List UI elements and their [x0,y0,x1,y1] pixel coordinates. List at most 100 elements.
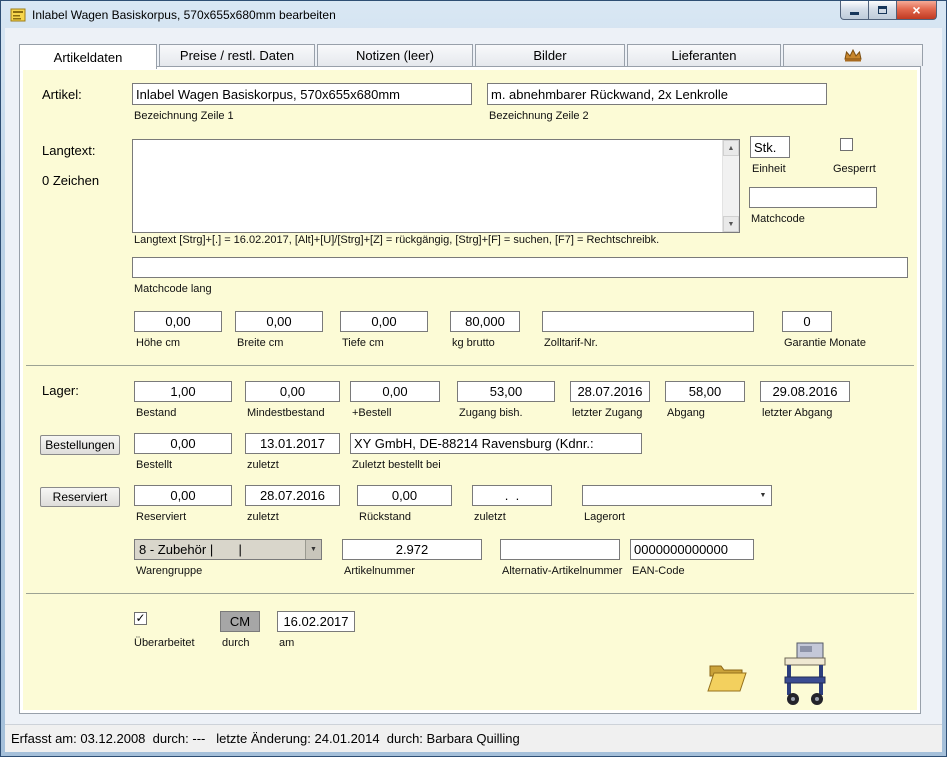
scroll-down-icon[interactable]: ▼ [723,216,739,232]
reserviert-caption: Reserviert [136,511,187,523]
artikel-label: Artikel: [42,87,82,102]
tab-label: Bilder [533,48,567,63]
minimize-button[interactable] [840,1,869,20]
titlebar[interactable]: Inlabel Wagen Basiskorpus, 570x655x680mm… [2,1,945,28]
scroll-up-icon[interactable]: ▲ [723,140,739,156]
am-input[interactable] [277,611,355,632]
einheit-field: Einheit [750,136,790,175]
garantie-input[interactable] [782,311,832,332]
tab-emblem[interactable] [783,44,923,66]
hoehe-field: Höhe cm [134,311,222,349]
bestellt-zuletzt-input[interactable] [245,433,340,454]
ueberarbeitet-checkbox[interactable]: ✓ [134,610,147,625]
gesperrt-checkbox[interactable] [840,138,853,151]
abgang-input[interactable] [665,381,745,402]
tab-lieferanten[interactable]: Lieferanten [627,44,781,66]
einheit-input[interactable] [750,136,790,158]
tab-label: Notizen (leer) [355,48,435,63]
plusbestell-input[interactable] [350,381,440,402]
tiefe-caption: Tiefe cm [342,337,384,349]
bestellt-input[interactable] [134,433,232,454]
langtext-textarea[interactable]: ▲ ▼ [132,139,740,233]
matchcode-field: Matchcode [749,187,877,225]
kg-brutto-field: kg brutto [450,311,520,349]
zugang-caption: Zugang bish. [459,407,523,419]
hoehe-input[interactable] [134,311,222,332]
client-area: Artikeldaten Preise / restl. Daten Notiz… [5,28,942,752]
durch-field: durch [220,611,260,649]
zolltarif-caption: Zolltarif-Nr. [544,337,598,349]
letzter-abgang-input[interactable] [760,381,850,402]
maximize-button[interactable] [869,1,896,20]
bezeichnung-zeile1-input[interactable] [132,83,472,105]
tiefe-input[interactable] [340,311,428,332]
bestand-input[interactable] [134,381,232,402]
zugang-field: Zugang bish. [457,381,555,419]
ean-code-input[interactable] [630,539,754,560]
breite-input[interactable] [235,311,323,332]
letzter-zugang-input[interactable] [570,381,650,402]
reserviert-zuletzt-field: zuletzt [245,485,340,523]
lagerort-field: ▼ Lagerort [582,485,772,523]
bestellt-field: Bestellt [134,433,232,471]
open-folder-button[interactable] [705,657,749,699]
rueckstand-input[interactable] [357,485,452,506]
matchcode-input[interactable] [749,187,877,208]
rueckstand-field: Rückstand [357,485,452,523]
matchcode-lang-field: Matchcode lang [132,257,908,295]
tab-bilder[interactable]: Bilder [475,44,625,66]
matchcode-lang-input[interactable] [132,257,908,278]
artikelnummer-input[interactable] [342,539,482,560]
rueckstand-caption: Rückstand [359,511,411,523]
tab-label: Artikeldaten [53,49,123,65]
zeichen-count-label: 0 Zeichen [42,173,100,188]
reserviert-zuletzt-input[interactable] [245,485,340,506]
warengruppe-value: 8 - Zubehör | | [139,542,242,557]
lager-label: Lager: [42,383,79,398]
ueberarbeitet-caption: Überarbeitet [134,637,195,649]
plusbestell-caption: +Bestell [352,407,392,419]
bestellt-bei-caption: Zuletzt bestellt bei [352,459,441,471]
close-button[interactable]: × [896,1,937,20]
mindestbestand-input[interactable] [245,381,340,402]
am-caption: am [279,637,295,649]
chevron-down-icon[interactable]: ▼ [305,540,321,559]
rueckstand-zuletzt-field: zuletzt [472,485,552,523]
chevron-down-icon[interactable]: ▼ [755,486,771,505]
reserviert-input[interactable] [134,485,232,506]
durch-input[interactable] [220,611,260,632]
bezeichnung-zeile2-input[interactable] [487,83,827,105]
tab-notizen[interactable]: Notizen (leer) [317,44,473,66]
lagerort-value [587,486,753,505]
tab-artikeldaten[interactable]: Artikeldaten [19,44,157,69]
tab-label: Preise / restl. Daten [179,48,295,63]
status-bar: Erfasst am: 03.12.2008 durch: --- letzte… [5,724,942,752]
langtext-scrollbar[interactable]: ▲ ▼ [722,140,739,232]
plusbestell-field: +Bestell [350,381,440,419]
lagerort-combobox[interactable]: ▼ [582,485,772,506]
kg-brutto-input[interactable] [450,311,520,332]
bestellungen-button[interactable]: Bestellungen [40,435,120,455]
reserviert-button[interactable]: Reserviert [40,487,120,507]
matchcode-caption: Matchcode [751,213,805,225]
tab-preise[interactable]: Preise / restl. Daten [159,44,315,66]
maximize-icon [878,6,887,14]
zolltarif-input[interactable] [542,311,754,332]
letzter-zugang-field: letzter Zugang [570,381,650,419]
zugang-input[interactable] [457,381,555,402]
bestellt-bei-field: Zuletzt bestellt bei [350,433,642,471]
check-icon: ✓ [135,610,146,625]
warengruppe-combobox[interactable]: 8 - Zubehör | | ▼ [134,539,322,560]
langtext-hint: Langtext [Strg]+[.] = 16.02.2017, [Alt]+… [134,234,660,246]
gesperrt-caption: Gesperrt [833,163,876,175]
minimize-icon [850,11,859,15]
bestand-field: Bestand [134,381,232,419]
bestellt-bei-input[interactable] [350,433,642,454]
rueckstand-zuletzt-input[interactable] [472,485,552,506]
artikelnummer-caption: Artikelnummer [344,565,415,577]
alternativ-artikelnummer-input[interactable] [500,539,620,560]
zolltarif-field: Zolltarif-Nr. [542,311,754,349]
bestellt-zuletzt-caption: zuletzt [247,459,279,471]
divider [26,593,914,594]
app-icon [10,7,26,23]
